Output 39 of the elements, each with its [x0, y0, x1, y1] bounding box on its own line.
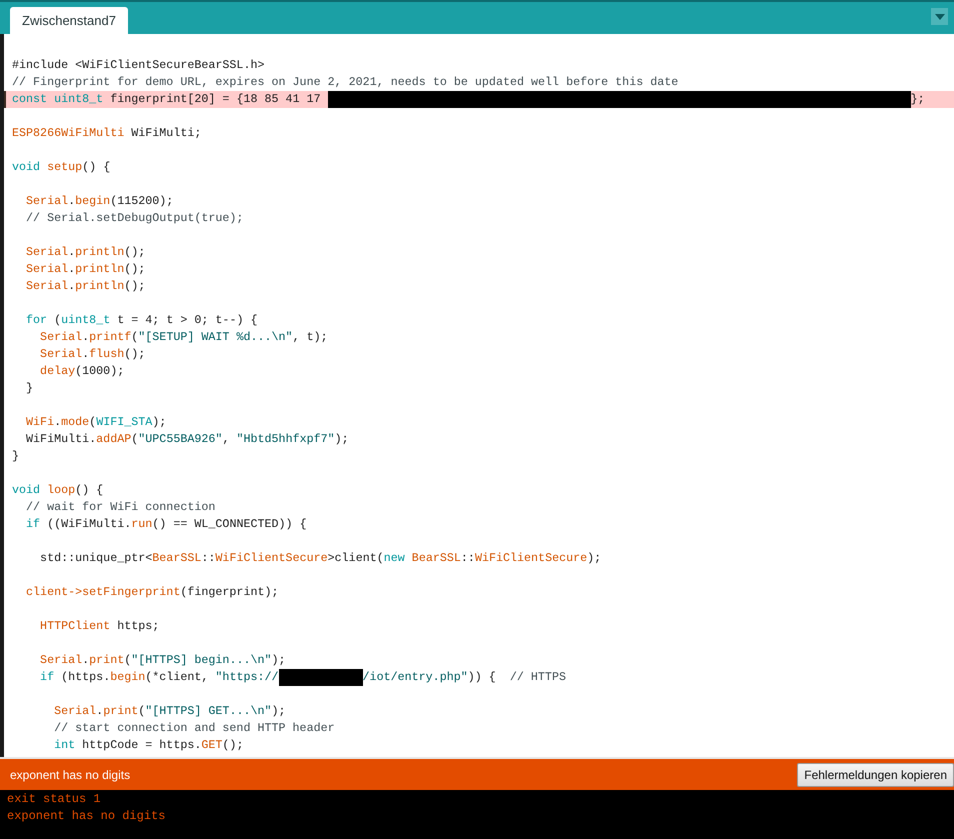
copy-errors-button[interactable]: Fehlermeldungen kopieren: [797, 762, 954, 786]
code-line: // Serial.setDebugOutput(true);: [25, 210, 244, 227]
code-line: delay(1000);: [39, 363, 124, 380]
code-text: /iot/entry.php")) { // HTTPS: [362, 669, 566, 686]
code-line: client->setFingerprint(fingerprint);: [25, 584, 279, 601]
sketch-tab[interactable]: Zwischenstand7: [10, 7, 128, 34]
code-line: for (uint8_t t = 4; t > 0; t--) {: [25, 312, 258, 329]
code-line: WiFi.mode(WIFI_STA);: [25, 414, 166, 431]
code-line: // start connection and send HTTP header: [53, 720, 335, 737]
code-text: const uint8_t fingerprint[20] = {18 85 41 17: [12, 91, 322, 108]
code-editor[interactable]: [0, 34, 954, 757]
status-message: exponent has no digits: [10, 768, 130, 782]
code-line: if ((WiFiMulti.run() == WL_CONNECTED)) {: [25, 516, 307, 533]
code-line: Serial.print("[HTTPS] GET...\n");: [53, 703, 286, 720]
console-line: exponent has no digits: [7, 808, 166, 825]
console-line: exit status 1: [7, 791, 102, 808]
code-line: #include <WiFiClientSecureBearSSL.h>: [12, 57, 264, 74]
code-line: }: [12, 448, 20, 465]
code-line: Serial.println();: [25, 278, 146, 295]
caret-icon: [934, 14, 944, 20]
tab-menu-button[interactable]: [931, 8, 948, 25]
code-line: Serial.println();: [25, 244, 146, 261]
code-line: HTTPClient https;: [39, 618, 160, 635]
code-line: WiFiMulti.addAP("UPC55BA926", "Hbtd5hhfxpf7");: [25, 431, 349, 448]
code-line: Serial.flush();: [39, 346, 146, 363]
code-text: if (https.begin(*client, "https://: [39, 669, 279, 686]
code-line: Serial.println();: [25, 261, 146, 278]
code-line: Serial.print("[HTTPS] begin...\n");: [39, 652, 286, 669]
code-line: // wait for WiFi connection: [25, 499, 216, 516]
code-line: Serial.printf("[SETUP] WAIT %d...\n", t);: [39, 329, 328, 346]
code-line: // Fingerprint for demo URL, expires on June 2, 2021, needs to be updated well before this date: [12, 74, 678, 91]
code-line: void setup() {: [12, 159, 110, 176]
code-line: void loop() {: [12, 482, 104, 499]
code-line: int httpCode = https.GET();: [53, 737, 244, 754]
code-line: }: [25, 380, 34, 397]
code-text: };: [910, 91, 925, 108]
code-line: std::unique_ptr<BearSSL::WiFiClientSecure>client(new BearSSL::WiFiClientSecure);: [39, 550, 602, 567]
code-line: ESP8266WiFiMulti WiFiMulti;: [12, 125, 202, 142]
code-line: Serial.begin(115200);: [25, 193, 174, 210]
